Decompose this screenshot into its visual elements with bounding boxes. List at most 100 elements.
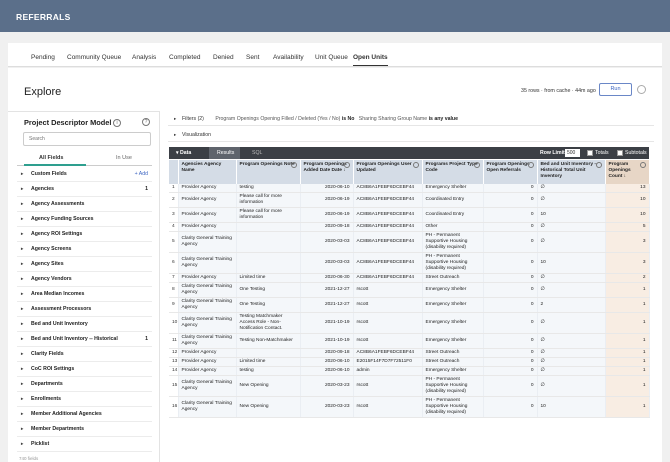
tab-completed[interactable]: Completed bbox=[169, 54, 200, 61]
tab-sent[interactable]: Sent bbox=[246, 54, 259, 61]
field-picker: Project Descriptor Model i ? All Fields … bbox=[8, 111, 160, 462]
tab-in-use[interactable]: In Use bbox=[116, 155, 132, 161]
row-limit-input[interactable]: 500 bbox=[565, 149, 580, 157]
tab-all-fields[interactable]: All Fields bbox=[39, 155, 63, 161]
subtotals-checkbox[interactable] bbox=[617, 150, 623, 156]
field-group[interactable]: ▸ Bed and Unit Inventory bbox=[17, 317, 152, 332]
field-group[interactable]: ▸ Area Median Incomes bbox=[17, 287, 152, 302]
caret-right-icon: ▸ bbox=[21, 396, 24, 401]
field-group[interactable]: ▸ Bed and Unit Inventory -- Historical 1 bbox=[17, 332, 152, 347]
field-group[interactable]: ▸ Assessment Processors bbox=[17, 302, 152, 317]
column-header[interactable]: Program Openings User Updated bbox=[353, 160, 423, 184]
field-group[interactable]: ▸ Clarity Fields bbox=[17, 347, 152, 362]
table-cell: 2021-10-19 bbox=[300, 333, 354, 349]
help-icon[interactable]: ? bbox=[142, 118, 150, 126]
info-icon[interactable] bbox=[595, 162, 602, 168]
caret-right-icon: ▸ bbox=[21, 336, 24, 341]
field-group[interactable]: ▸ CoC ROI Settings bbox=[17, 362, 152, 377]
info-icon[interactable] bbox=[412, 162, 419, 168]
data-toggle[interactable]: ▾ Data bbox=[176, 150, 191, 156]
table-row[interactable]: 9 Clarity General Training Agency One Test… bbox=[169, 297, 650, 313]
tab-pending[interactable]: Pending bbox=[31, 54, 55, 61]
table-cell: testing bbox=[236, 366, 301, 376]
table-row[interactable]: 1 Provider Agency testing 2020-06-10 AC8B6A1… bbox=[169, 184, 650, 193]
table-row[interactable]: 3 Provider Agency Please call for more inf… bbox=[169, 207, 650, 223]
table-row[interactable]: 6 Clarity General Training Agency 2020-03-… bbox=[169, 252, 650, 274]
info-icon[interactable] bbox=[527, 162, 534, 168]
column-header[interactable]: Program Openings Added Date Date ↓ bbox=[300, 160, 354, 184]
column-header[interactable]: Program Openings Open Referrals bbox=[483, 160, 538, 184]
gear-icon[interactable] bbox=[637, 85, 646, 94]
field-group-label: Assessment Processors bbox=[31, 306, 92, 312]
field-group[interactable]: ▸ Agency Assessments bbox=[17, 197, 152, 212]
table-row[interactable]: 7 Provider Agency Limited time 2020-06-30 AC… bbox=[169, 273, 650, 283]
table-row[interactable]: 2 Provider Agency Please call for more inf… bbox=[169, 192, 650, 208]
table-cell: testing bbox=[236, 184, 301, 193]
table-cell: 2020-06-30 bbox=[300, 273, 354, 283]
table-row[interactable]: 16 Clarity General Training Agency New Ope… bbox=[169, 396, 650, 418]
table-row[interactable]: 5 Clarity General Training Agency 2020-03-… bbox=[169, 231, 650, 253]
info-icon[interactable] bbox=[639, 162, 646, 168]
tab-analysis[interactable]: Analysis bbox=[132, 54, 156, 61]
column-header[interactable]: Agencies Agency Name bbox=[178, 160, 237, 184]
info-icon[interactable] bbox=[290, 162, 297, 168]
table-row[interactable]: 15 Clarity General Training Agency New Ope… bbox=[169, 375, 650, 397]
visualization-section[interactable]: ▸ Visualization bbox=[168, 130, 654, 142]
table-cell: 0 bbox=[483, 184, 538, 193]
field-group[interactable]: ▸ Agency Funding Sources bbox=[17, 212, 152, 227]
table-cell: ∅ bbox=[537, 222, 606, 232]
run-button[interactable]: Run bbox=[599, 83, 632, 96]
row-number: 8 bbox=[169, 282, 179, 298]
column-header[interactable]: Program Openings Note bbox=[236, 160, 301, 184]
caret-right-icon: ▸ bbox=[21, 246, 24, 251]
info-icon[interactable]: i bbox=[113, 119, 121, 127]
field-group[interactable]: ▸ Agency Screens bbox=[17, 242, 152, 257]
field-group[interactable]: ▸ Agency Vendors bbox=[17, 272, 152, 287]
field-group[interactable]: ▸ Departments bbox=[17, 377, 152, 392]
field-group[interactable]: ▸ Member Additional Agencies bbox=[17, 407, 152, 422]
column-header[interactable]: Program Openings Count ↓ bbox=[605, 160, 650, 184]
table-cell: 0 bbox=[483, 375, 538, 397]
table-cell: 1 bbox=[605, 297, 650, 313]
table-cell: ∅ bbox=[537, 348, 606, 358]
field-search-input[interactable] bbox=[23, 132, 151, 146]
tab-denied[interactable]: Denied bbox=[213, 54, 234, 61]
table-cell: ∅ bbox=[537, 273, 606, 283]
row-number: 4 bbox=[169, 222, 179, 232]
tab-open-units[interactable]: Open Units bbox=[353, 54, 388, 66]
field-group[interactable]: ▸ Agency Sites bbox=[17, 257, 152, 272]
table-row[interactable]: 11 Clarity General Training Agency Testing… bbox=[169, 333, 650, 349]
tab-results[interactable]: Results bbox=[209, 147, 240, 159]
table-row[interactable]: 10 Clarity General Training Agency Testing… bbox=[169, 312, 650, 334]
field-group[interactable]: ▸ Enrollments bbox=[17, 392, 152, 407]
table-cell: rscott bbox=[353, 297, 423, 313]
field-group[interactable]: ▸ Agencies 1 bbox=[17, 182, 152, 197]
table-cell: Clarity General Training Agency bbox=[178, 297, 237, 313]
table-cell: Provider Agency bbox=[178, 366, 237, 376]
table-cell: Limited time bbox=[236, 273, 301, 283]
table-cell: AC8B6A1FEBF6DCEBF44 bbox=[353, 231, 423, 253]
column-header[interactable]: Programs Project Type Code bbox=[422, 160, 484, 184]
tab-sql[interactable]: SQL bbox=[252, 150, 262, 156]
table-row[interactable]: 4 Provider Agency 2020-09-18 AC8B6A1FEBF6DC… bbox=[169, 222, 650, 232]
column-header[interactable]: Bed and Unit Inventory -- Historical Tot… bbox=[537, 160, 606, 184]
filters-section[interactable]: ▸ Filters (2) Program Openings Opening F… bbox=[168, 114, 654, 126]
field-group[interactable]: ▸ Custom Fields + Add bbox=[17, 167, 152, 182]
tab-availability[interactable]: Availability bbox=[273, 54, 304, 61]
tab-community-queue[interactable]: Community Queue bbox=[67, 54, 121, 61]
table-row[interactable]: 8 Clarity General Training Agency One Test… bbox=[169, 282, 650, 298]
table-row[interactable]: 12 Provider Agency 2020-09-18 AC8B6A1FEBF6D… bbox=[169, 348, 650, 358]
info-icon[interactable] bbox=[473, 162, 480, 168]
filters-summary: Program Openings Opening Filled / Delete… bbox=[215, 116, 458, 122]
add-field-button[interactable]: + Add bbox=[135, 171, 148, 177]
info-icon[interactable] bbox=[343, 162, 350, 168]
field-group[interactable]: ▸ Agency ROI Settings bbox=[17, 227, 152, 242]
totals-checkbox[interactable] bbox=[587, 150, 593, 156]
visualization-label: Visualization bbox=[182, 132, 212, 138]
table-row[interactable]: 14 Provider Agency testing 2020-06-10 admin E… bbox=[169, 366, 650, 376]
table-row[interactable]: 13 Provider Agency Limited time 2020-06-10 E… bbox=[169, 357, 650, 367]
tab-unit-queue[interactable]: Unit Queue bbox=[315, 54, 348, 61]
field-group[interactable]: ▸ Member Departments bbox=[17, 422, 152, 437]
field-group[interactable]: ▸ Picklist bbox=[17, 437, 152, 452]
table-cell: Clarity General Training Agency bbox=[178, 312, 237, 334]
